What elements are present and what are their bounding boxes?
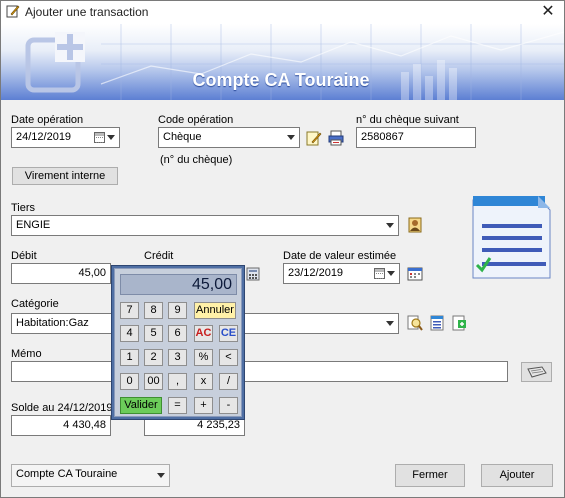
fermer-button[interactable]: Fermer bbox=[395, 464, 465, 487]
chevron-down-icon[interactable] bbox=[107, 135, 115, 140]
date-operation-field[interactable]: 24/12/2019 bbox=[11, 127, 120, 148]
calc-key-valider[interactable]: Valider bbox=[120, 397, 162, 414]
edit-note-icon[interactable] bbox=[306, 130, 322, 146]
numero-cheque-value: 2580867 bbox=[361, 131, 404, 143]
date-operation-label: Date opération bbox=[11, 114, 84, 126]
calendar-icon[interactable] bbox=[407, 265, 423, 281]
code-operation-value: Chèque bbox=[163, 131, 202, 143]
calc-key-backspace[interactable]: < bbox=[219, 349, 238, 366]
account-select[interactable]: Compte CA Touraine bbox=[11, 464, 170, 487]
calc-key-percent[interactable]: % bbox=[194, 349, 213, 366]
close-button[interactable]: ✕ bbox=[535, 2, 561, 22]
calc-key-ce[interactable]: CE bbox=[219, 325, 238, 342]
chevron-down-icon[interactable] bbox=[387, 271, 395, 276]
calc-key-annuler[interactable]: Annuler bbox=[194, 302, 236, 319]
ajouter-button[interactable]: Ajouter bbox=[481, 464, 553, 487]
date-valeur-field[interactable]: 23/12/2019 bbox=[283, 263, 400, 284]
tiers-value: ENGIE bbox=[16, 219, 51, 231]
solde-value: 4 430,48 bbox=[63, 419, 106, 431]
chevron-down-icon[interactable] bbox=[157, 473, 165, 478]
contact-card-icon[interactable] bbox=[407, 217, 423, 233]
chevron-down-icon[interactable] bbox=[287, 135, 295, 140]
code-operation-select[interactable]: Chèque bbox=[158, 127, 300, 148]
calc-key-9[interactable]: 9 bbox=[168, 302, 187, 319]
calc-key-comma[interactable]: , bbox=[168, 373, 187, 390]
category-list-icon[interactable] bbox=[429, 315, 445, 331]
calc-key-minus[interactable]: - bbox=[219, 397, 238, 414]
debit-label: Débit bbox=[11, 250, 37, 262]
edit-pencil-icon bbox=[6, 5, 20, 18]
calc-key-4[interactable]: 4 bbox=[120, 325, 139, 342]
add-document-icon bbox=[25, 32, 85, 93]
calc-key-ac[interactable]: AC bbox=[194, 325, 213, 342]
chevron-down-icon[interactable] bbox=[386, 223, 394, 228]
calc-key-plus[interactable]: + bbox=[194, 397, 213, 414]
date-valeur-label: Date de valeur estimée bbox=[283, 250, 397, 262]
numero-cheque-field[interactable]: 2580867 bbox=[356, 127, 476, 148]
keyboard-button[interactable] bbox=[521, 362, 552, 382]
calc-key-7[interactable]: 7 bbox=[120, 302, 139, 319]
keyboard-icon bbox=[526, 366, 547, 378]
calc-key-multiply[interactable]: x bbox=[194, 373, 213, 390]
calc-key-1[interactable]: 1 bbox=[120, 349, 139, 366]
solde-label: Solde au 24/12/2019 bbox=[11, 402, 113, 414]
debit-field[interactable]: 45,00 bbox=[11, 263, 111, 284]
header-banner: Compte CA Touraine bbox=[1, 24, 564, 100]
calc-key-0[interactable]: 0 bbox=[120, 373, 139, 390]
window-title: Ajouter une transaction bbox=[25, 5, 149, 19]
date-valeur-value: 23/12/2019 bbox=[288, 267, 344, 279]
search-document-icon[interactable] bbox=[407, 315, 423, 331]
memo-field[interactable] bbox=[11, 361, 508, 382]
account-select-value: Compte CA Touraine bbox=[16, 468, 118, 480]
checklist-document-icon bbox=[472, 196, 551, 279]
calc-key-00[interactable]: 00 bbox=[144, 373, 163, 390]
tiers-label: Tiers bbox=[11, 202, 36, 214]
debit-value: 45,00 bbox=[78, 267, 106, 279]
virement-interne-button[interactable]: Virement interne bbox=[12, 167, 118, 185]
calc-key-8[interactable]: 8 bbox=[144, 302, 163, 319]
add-category-icon[interactable] bbox=[451, 315, 467, 331]
account-title: Compte CA Touraine bbox=[192, 70, 370, 90]
calculator-display: 45,00 bbox=[120, 274, 237, 295]
code-operation-label: Code opération bbox=[158, 114, 234, 126]
categorie-label: Catégorie bbox=[11, 298, 59, 310]
calculator-body: 45,00 7 8 9 Annuler 4 5 6 AC CE 1 2 3 % … bbox=[114, 268, 242, 417]
credit-label: Crédit bbox=[144, 250, 174, 262]
calendar-icon[interactable] bbox=[374, 268, 385, 279]
calendar-icon[interactable] bbox=[94, 132, 105, 143]
calculator-icon[interactable] bbox=[246, 267, 260, 281]
date-operation-value: 24/12/2019 bbox=[16, 131, 72, 143]
code-operation-hint: (n° du chèque) bbox=[160, 154, 233, 166]
calc-key-3[interactable]: 3 bbox=[168, 349, 187, 366]
chevron-down-icon[interactable] bbox=[386, 321, 394, 326]
solde-field: 4 430,48 bbox=[11, 415, 111, 436]
calc-key-5[interactable]: 5 bbox=[144, 325, 163, 342]
tiers-select[interactable]: ENGIE bbox=[11, 215, 399, 236]
print-cheque-icon[interactable] bbox=[328, 130, 344, 146]
calc-key-2[interactable]: 2 bbox=[144, 349, 163, 366]
calc-key-divide[interactable]: / bbox=[219, 373, 238, 390]
calc-key-6[interactable]: 6 bbox=[168, 325, 187, 342]
categorie-value: Habitation:Gaz bbox=[16, 317, 89, 329]
numero-cheque-label: n° du chèque suivant bbox=[356, 114, 459, 126]
solde-projete-value: 4 235,23 bbox=[197, 419, 240, 431]
memo-label: Mémo bbox=[11, 348, 42, 360]
calculator-popup: 45,00 7 8 9 Annuler 4 5 6 AC CE 1 2 3 % … bbox=[111, 265, 245, 420]
calc-key-equals[interactable]: = bbox=[168, 397, 187, 414]
